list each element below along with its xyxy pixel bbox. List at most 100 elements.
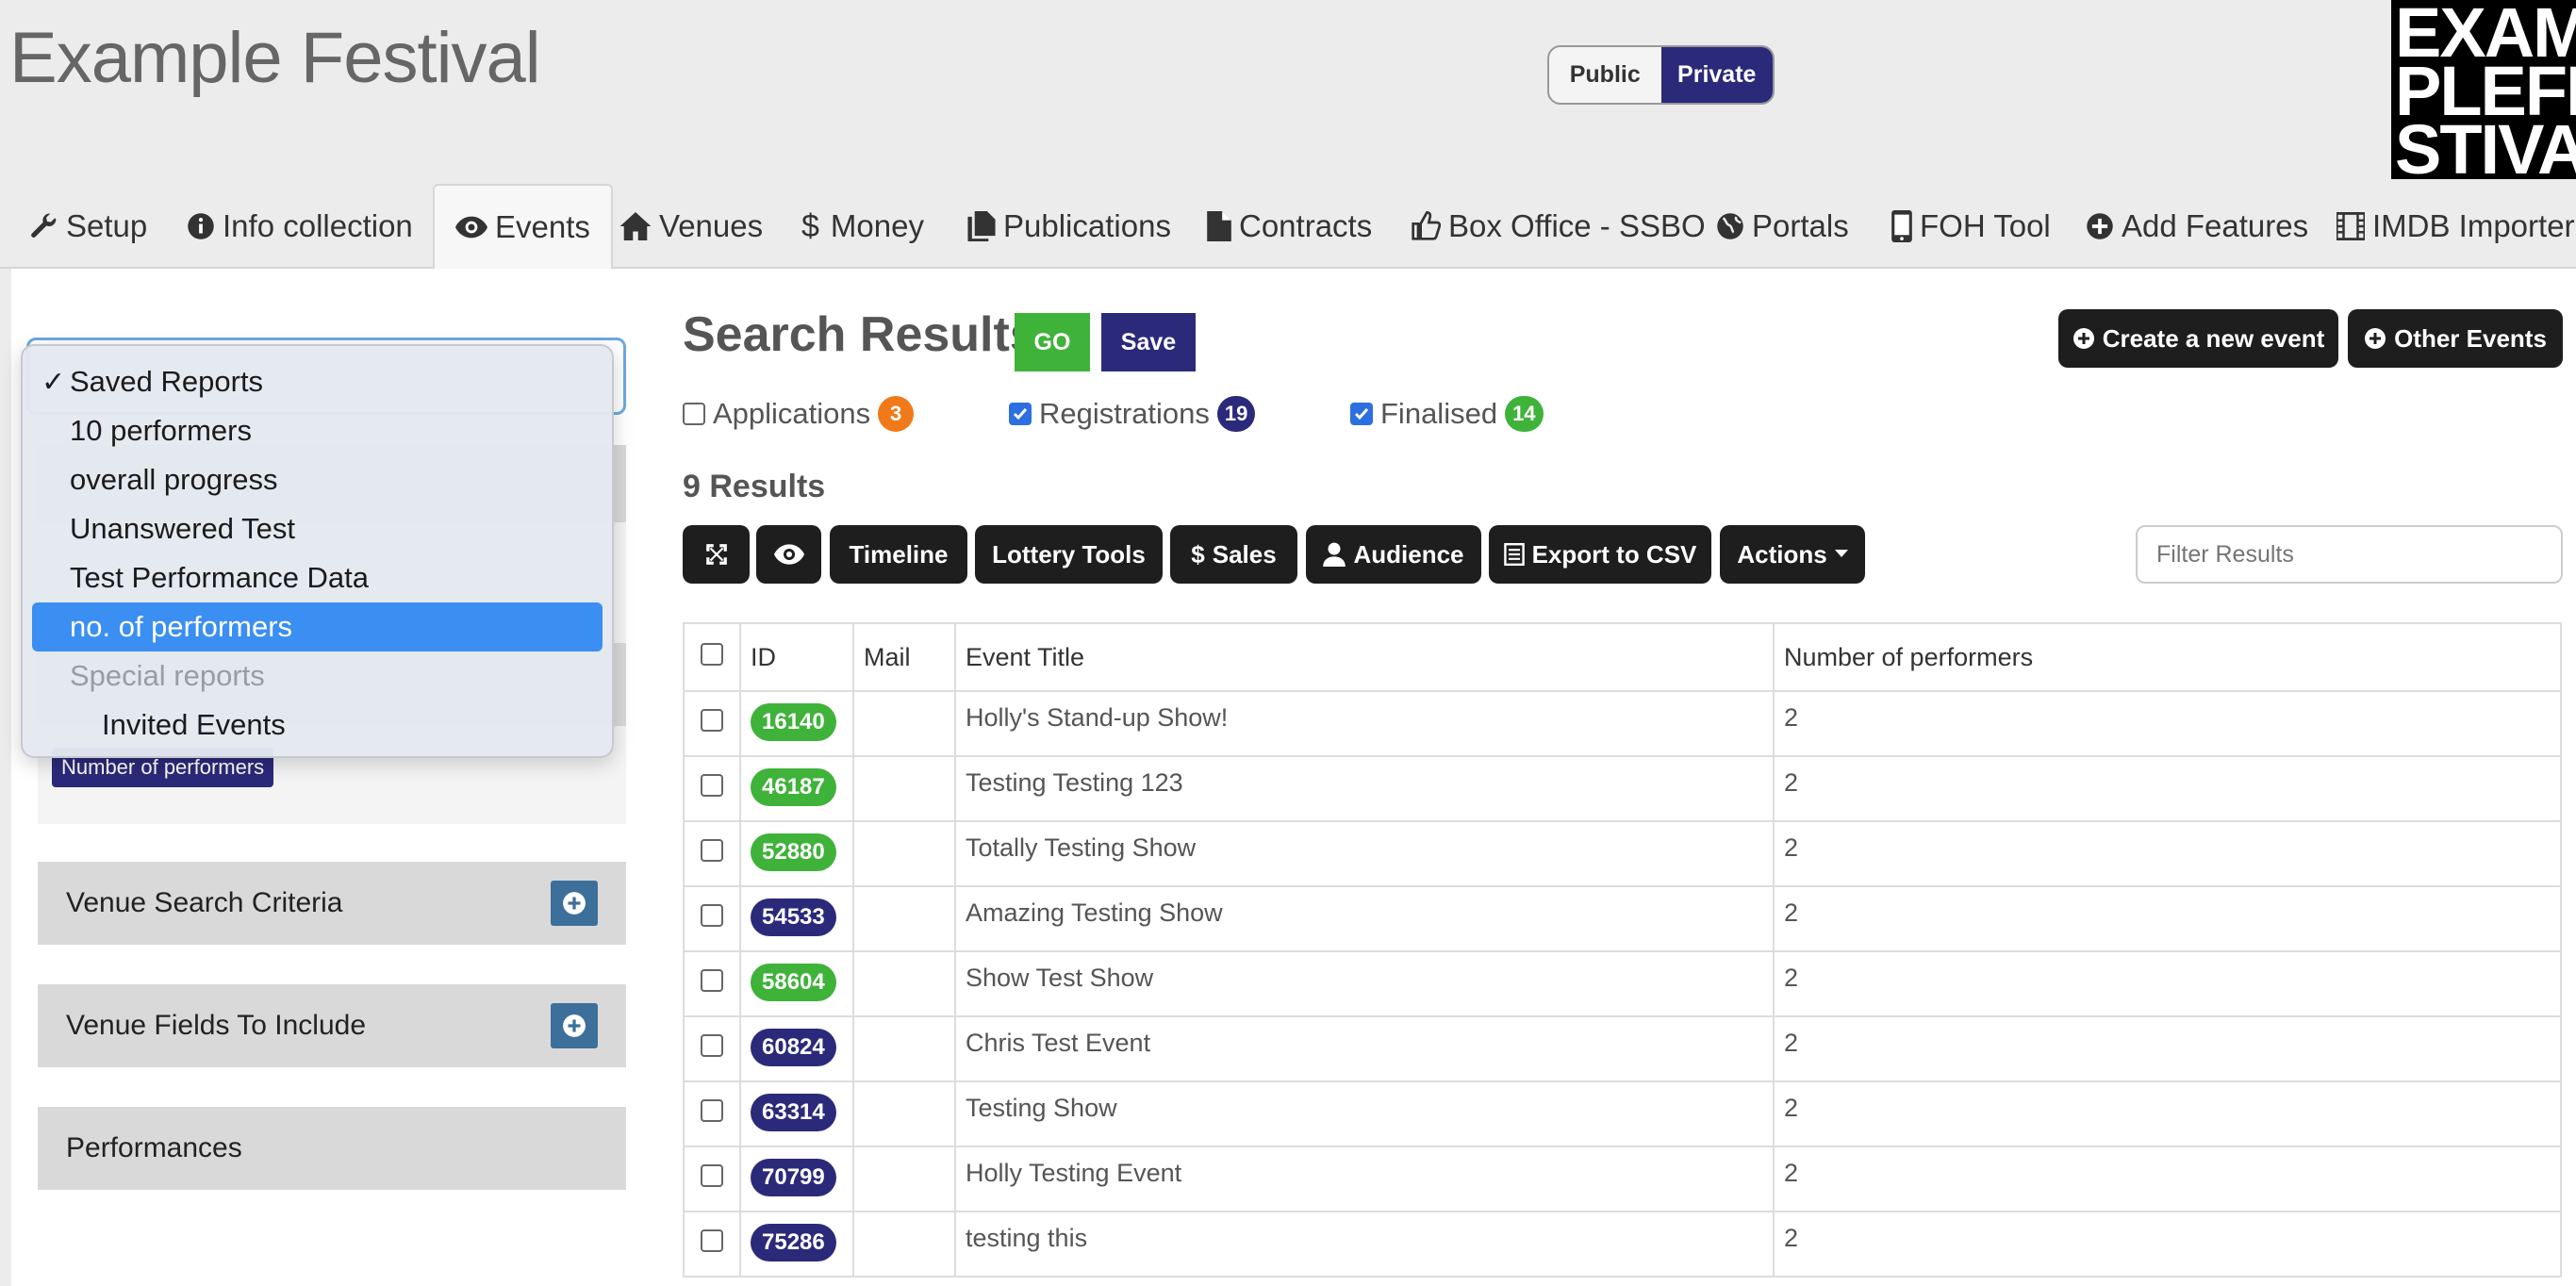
nav-label: Events xyxy=(495,209,590,244)
actions-dropdown-button[interactable]: Actions xyxy=(1720,525,1865,584)
nav-label: Setup xyxy=(66,208,148,243)
column-header-event-title[interactable]: Event Title xyxy=(954,622,1775,692)
event-id-badge[interactable]: 46187 xyxy=(751,768,836,806)
row-checkbox[interactable] xyxy=(701,709,723,732)
row-checkbox[interactable] xyxy=(701,1229,723,1252)
performers-cell: 2 xyxy=(1773,820,2562,887)
public-toggle-button[interactable]: Public xyxy=(1549,47,1661,103)
mail-cell xyxy=(852,1080,956,1147)
dropdown-option[interactable]: overall progress xyxy=(23,455,612,504)
expand-button[interactable] xyxy=(551,1003,598,1048)
table-row[interactable]: 70799 Holly Testing Event 2 xyxy=(683,1146,2562,1212)
dropdown-option[interactable]: Saved Reports xyxy=(23,357,612,406)
table-row[interactable]: 52880 Totally Testing Show 2 xyxy=(683,820,2562,887)
plus-circle-icon xyxy=(563,892,586,915)
table-row[interactable]: 60824 Chris Test Event 2 xyxy=(683,1015,2562,1082)
mail-cell xyxy=(852,755,956,822)
nav-item-portals[interactable]: Portals xyxy=(1716,184,1849,269)
venue-fields-to-include-section[interactable]: Venue Fields To Include xyxy=(38,984,626,1067)
venue-search-criteria-section[interactable]: Venue Search Criteria xyxy=(38,862,626,945)
nav-item-info-collection[interactable]: Info collection xyxy=(187,184,413,269)
expand-button[interactable] xyxy=(551,881,598,926)
event-id-badge[interactable]: 63314 xyxy=(751,1094,836,1131)
applications-checkbox[interactable] xyxy=(683,403,705,425)
table-row[interactable]: 54533 Amazing Testing Show 2 xyxy=(683,885,2562,952)
event-id-badge[interactable]: 75286 xyxy=(751,1224,836,1261)
performers-cell: 2 xyxy=(1773,1146,2562,1212)
nav-item-events[interactable]: Events xyxy=(433,184,613,271)
row-checkbox[interactable] xyxy=(701,1034,723,1057)
registrations-checkbox[interactable] xyxy=(1009,403,1032,425)
nav-item-publications[interactable]: Publications xyxy=(967,184,1171,269)
finalised-checkbox[interactable] xyxy=(1350,403,1373,425)
dropdown-option[interactable]: Test Performance Data xyxy=(23,553,612,602)
eye-icon xyxy=(773,544,804,565)
nav-item-venues[interactable]: Venues xyxy=(619,184,763,269)
filter-results-input[interactable] xyxy=(2136,525,2563,584)
select-all-checkbox[interactable] xyxy=(701,642,723,666)
nav-item-money[interactable]: $ Money xyxy=(801,184,924,269)
check-icon xyxy=(1013,408,1028,420)
timeline-button[interactable]: Timeline xyxy=(830,525,967,584)
row-checkbox[interactable] xyxy=(701,969,723,992)
filter-label: Applications xyxy=(713,397,871,430)
event-id-badge[interactable]: 70799 xyxy=(751,1159,836,1196)
eye-icon xyxy=(455,216,487,239)
finalised-filter[interactable]: Finalised 14 xyxy=(1350,396,1544,432)
event-id-badge[interactable]: 16140 xyxy=(751,703,836,741)
nav-item-contracts[interactable]: Contracts xyxy=(1207,184,1372,269)
row-checkbox[interactable] xyxy=(701,904,723,927)
preview-button[interactable] xyxy=(756,525,821,584)
export-csv-button[interactable]: Export to CSV xyxy=(1489,525,1711,584)
dropdown-option[interactable]: 10 performers xyxy=(23,406,612,455)
event-id-badge[interactable]: 58604 xyxy=(751,964,836,1001)
row-select-cell xyxy=(683,1015,741,1082)
table-row[interactable]: 16140 Holly's Stand-up Show! 2 xyxy=(683,690,2562,757)
fullscreen-button[interactable] xyxy=(683,525,750,584)
row-checkbox[interactable] xyxy=(701,1164,723,1187)
nav-label: Contracts xyxy=(1239,208,1373,243)
dropdown-option[interactable]: Unanswered Test xyxy=(23,504,612,553)
nav-label: FOH Tool xyxy=(1920,208,2051,243)
event-id-badge[interactable]: 52880 xyxy=(751,833,836,871)
table-row[interactable]: 63314 Testing Show 2 xyxy=(683,1080,2562,1147)
nav-item-imdb-importer[interactable]: IMDB Importer xyxy=(2337,184,2575,269)
save-button[interactable]: Save xyxy=(1101,313,1196,371)
event-id-badge[interactable]: 60824 xyxy=(751,1029,836,1066)
count-badge: 19 xyxy=(1216,396,1256,432)
column-header-mail[interactable]: Mail xyxy=(852,622,956,692)
table-row[interactable]: 58604 Show Test Show 2 xyxy=(683,950,2562,1017)
id-cell: 75286 xyxy=(739,1211,854,1278)
create-event-button[interactable]: Create a new event xyxy=(2058,309,2338,368)
nav-item-box-office[interactable]: Box Office - SSBO xyxy=(1411,184,1706,269)
column-header-id[interactable]: ID xyxy=(739,622,854,692)
applications-filter[interactable]: Applications 3 xyxy=(683,396,915,432)
row-checkbox[interactable] xyxy=(701,774,723,797)
dropdown-option-highlighted[interactable]: no. of performers xyxy=(32,602,603,651)
dollar-icon: $ xyxy=(801,207,819,244)
private-toggle-button[interactable]: Private xyxy=(1660,47,1773,103)
dropdown-option[interactable]: Invited Events xyxy=(23,701,612,750)
sales-button[interactable]: $ Sales xyxy=(1170,525,1297,584)
other-events-button[interactable]: Other Events xyxy=(2348,309,2563,368)
go-button[interactable]: GO xyxy=(1015,313,1090,371)
performances-section[interactable]: Performances xyxy=(38,1107,626,1190)
registrations-filter[interactable]: Registrations 19 xyxy=(1009,396,1256,432)
nav-item-add-features[interactable]: Add Features xyxy=(2086,184,2308,269)
row-checkbox[interactable] xyxy=(701,1099,723,1122)
festival-logo: EXAM PLEFE STIVAL xyxy=(2391,0,2576,179)
visibility-toggle[interactable]: Public Private xyxy=(1547,45,1775,105)
audience-button[interactable]: Audience xyxy=(1306,525,1481,584)
saved-reports-dropdown[interactable]: Saved Reports 10 performers overall prog… xyxy=(21,344,614,758)
table-row[interactable]: 46187 Testing Testing 123 2 xyxy=(683,755,2562,822)
table-row[interactable]: 75286 testing this 2 xyxy=(683,1211,2562,1278)
nav-item-foh-tool[interactable]: FOH Tool xyxy=(1891,184,2051,269)
filter-label: Finalised xyxy=(1380,397,1498,430)
nav-label: Money xyxy=(830,208,924,243)
row-checkbox[interactable] xyxy=(701,839,723,862)
lottery-tools-button[interactable]: Lottery Tools xyxy=(975,525,1163,584)
event-id-badge[interactable]: 54533 xyxy=(751,899,836,936)
list-icon xyxy=(1503,543,1525,566)
column-header-performers[interactable]: Number of performers xyxy=(1773,622,2562,692)
nav-item-setup[interactable]: Setup xyxy=(28,184,147,269)
